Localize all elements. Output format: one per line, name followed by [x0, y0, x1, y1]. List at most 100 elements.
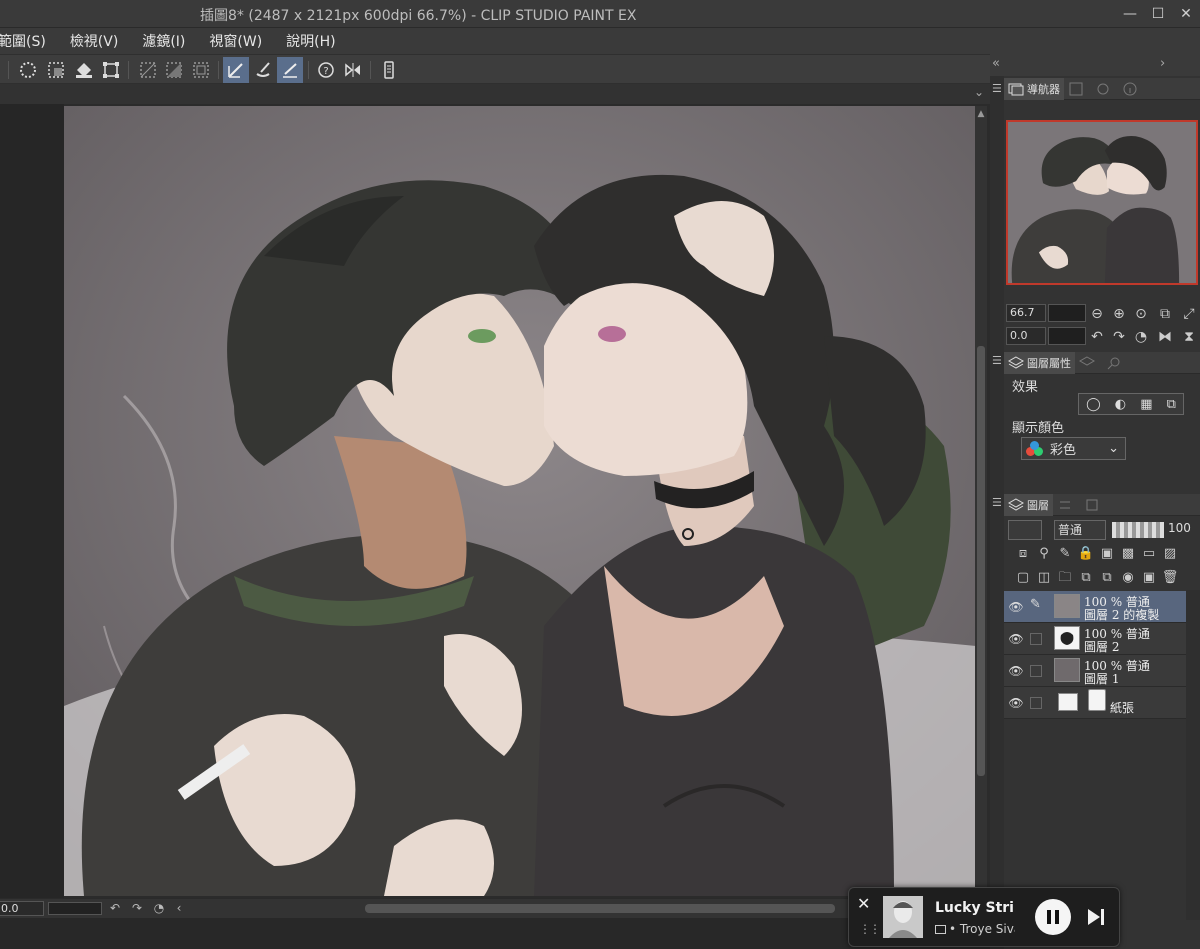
canvas-artwork[interactable] — [64, 106, 976, 896]
clear-outside-icon[interactable] — [135, 57, 161, 83]
navigator-rotate-slider[interactable] — [1048, 327, 1086, 345]
navigator-zoom-slider[interactable] — [1048, 304, 1086, 322]
layer-row[interactable]: 👁 100 % 普通 圖層 2 — [1004, 623, 1186, 655]
new-raster-layer-icon[interactable]: ▢ — [1014, 569, 1032, 587]
menu-hamburger-icon[interactable]: ☰ — [992, 496, 1002, 509]
eye-icon[interactable]: 👁 — [1007, 600, 1025, 614]
rotate-right-icon[interactable]: ↷ — [130, 901, 144, 915]
lock-transparent-icon[interactable]: ▣ — [1098, 545, 1116, 563]
display-color-select[interactable]: 彩色 ⌄ — [1021, 437, 1126, 460]
close-icon[interactable]: ✕ — [857, 894, 870, 913]
reset-rotation-icon[interactable]: ◔ — [1132, 328, 1150, 346]
tab-layers[interactable]: 圖層 — [1004, 493, 1053, 516]
status-zoom-slider[interactable] — [48, 902, 102, 915]
flip-horizontal-icon[interactable]: ⧓ — [1156, 328, 1174, 346]
fit-navigator-icon[interactable]: ⤢ — [1180, 305, 1198, 323]
fit-window-icon[interactable]: ⧉ — [1156, 305, 1174, 323]
chevron-down-icon[interactable]: ⌄ — [974, 85, 984, 99]
menu-help[interactable]: 說明(H) — [286, 31, 335, 51]
help-tooltip-icon[interactable]: ? — [313, 57, 339, 83]
layer-checkbox[interactable] — [1030, 697, 1042, 709]
new-folder-icon[interactable]: 🗀 — [1056, 569, 1074, 587]
zoom-in-icon[interactable]: ⊕ — [1110, 305, 1128, 323]
eye-icon[interactable]: 👁 — [1007, 696, 1025, 710]
apply-mask-icon[interactable]: ▣ — [1140, 569, 1158, 587]
close-button[interactable]: ✕ — [1172, 0, 1200, 28]
maximize-button[interactable]: ☐ — [1144, 0, 1172, 28]
clear-selection-icon[interactable] — [161, 57, 187, 83]
reference-layer-icon[interactable]: ⚲ — [1035, 545, 1053, 563]
actual-size-icon[interactable]: ⊙ — [1132, 305, 1150, 323]
navigator-rotate-field[interactable]: 0.0 — [1006, 327, 1046, 345]
flip-vertical-icon[interactable]: ⧗ — [1180, 328, 1198, 346]
tab-info[interactable] — [1118, 78, 1145, 100]
new-vector-layer-icon[interactable]: ◫ — [1035, 569, 1053, 587]
draft-layer-icon[interactable]: ✎ — [1056, 545, 1074, 563]
eye-icon[interactable]: 👁 — [1007, 632, 1025, 646]
layer-row[interactable]: 👁 紙張 — [1004, 687, 1186, 719]
ruler-icon[interactable]: ▭ — [1140, 545, 1158, 563]
transfer-down-icon[interactable]: ⧉ — [1077, 569, 1095, 587]
next-track-icon[interactable] — [1085, 906, 1107, 928]
smartphone-icon[interactable] — [376, 57, 402, 83]
menu-view[interactable]: 檢視(V) — [70, 31, 119, 51]
rotate-right-icon[interactable]: ↷ — [1110, 328, 1128, 346]
tab-history[interactable] — [1053, 494, 1080, 516]
layer-color-toggle[interactable] — [1008, 520, 1042, 540]
layer-row[interactable]: 👁 ✎ 100 % 普通 圖層 2 的複製 — [1004, 591, 1186, 623]
rotate-left-icon[interactable]: ↶ — [108, 901, 122, 915]
opacity-value[interactable]: 100 — [1168, 521, 1191, 535]
expand-dock-icon[interactable]: › — [1160, 56, 1165, 71]
menu-window[interactable]: 視窗(W) — [209, 31, 262, 51]
tab-navigator[interactable]: 導航器 — [1004, 77, 1064, 100]
collapse-dock-icon[interactable]: « — [992, 56, 1000, 71]
opacity-slider[interactable] — [1112, 522, 1164, 538]
drag-handle-icon[interactable]: ⋮⋮ — [859, 922, 881, 936]
crop-icon[interactable] — [188, 57, 214, 83]
pause-button[interactable] — [1035, 899, 1071, 935]
layers-scrollbar[interactable] — [1186, 590, 1200, 920]
clip-layer-icon[interactable]: ⧈ — [1014, 545, 1032, 563]
tab-sub-view[interactable] — [1064, 78, 1091, 100]
rotate-left-icon[interactable]: ↶ — [1088, 328, 1106, 346]
canvas-vertical-scrollbar[interactable]: ▲ — [975, 106, 987, 896]
mask-icon[interactable]: ▩ — [1119, 545, 1137, 563]
checker-effect-icon[interactable]: ▦ — [1140, 397, 1152, 412]
delete-layer-icon[interactable]: 🗑 — [1161, 569, 1179, 587]
select-all-icon[interactable] — [15, 57, 41, 83]
reset-rotation-icon[interactable]: ◔ — [152, 901, 166, 915]
snap-ruler-icon[interactable] — [223, 57, 249, 83]
layer-color-icon[interactable]: ⧉ — [1167, 397, 1176, 412]
zoom-out-icon[interactable]: ⊖ — [1088, 305, 1106, 323]
layer-checkbox[interactable] — [1030, 665, 1042, 677]
border-effect-icon[interactable]: ◯ — [1086, 397, 1101, 412]
layer-row[interactable]: 👁 100 % 普通 圖層 1 — [1004, 655, 1186, 687]
navigator-preview[interactable] — [1006, 120, 1198, 285]
menu-filter[interactable]: 濾鏡(I) — [142, 31, 185, 51]
eye-icon[interactable]: 👁 — [1007, 664, 1025, 678]
tab-search[interactable] — [1102, 352, 1129, 374]
menu-hamburger-icon[interactable]: ☰ — [992, 82, 1002, 95]
flip-horizontal-icon[interactable] — [340, 57, 366, 83]
deselect-icon[interactable] — [43, 57, 69, 83]
combine-down-icon[interactable]: ⧉ — [1098, 569, 1116, 587]
menu-selection[interactable]: 範圍(S) — [0, 31, 46, 51]
layer-color-icon[interactable]: ▨ — [1161, 545, 1179, 563]
lock-icon[interactable]: 🔒 — [1077, 545, 1095, 563]
scroll-up-icon[interactable]: ▲ — [975, 108, 987, 120]
minimize-button[interactable]: — — [1116, 0, 1144, 28]
tab-layer-search[interactable] — [1075, 352, 1102, 374]
menu-hamburger-icon[interactable]: ☰ — [992, 354, 1002, 367]
snap-grid-icon[interactable] — [277, 57, 303, 83]
layer-checkbox[interactable] — [1030, 633, 1042, 645]
navigator-zoom-field[interactable]: 66.7 — [1006, 304, 1046, 322]
tab-auto-action[interactable] — [1080, 494, 1107, 516]
scroll-left-icon[interactable]: ‹ — [172, 901, 186, 915]
tone-effect-icon[interactable]: ◐ — [1115, 397, 1126, 412]
blend-mode-select[interactable]: 普通 — [1054, 520, 1106, 540]
create-mask-icon[interactable]: ◉ — [1119, 569, 1137, 587]
scrollbar-thumb[interactable] — [977, 346, 985, 776]
transform-icon[interactable] — [98, 57, 124, 83]
tab-reference[interactable] — [1091, 78, 1118, 100]
tab-layer-property[interactable]: 圖層屬性 — [1004, 351, 1075, 374]
